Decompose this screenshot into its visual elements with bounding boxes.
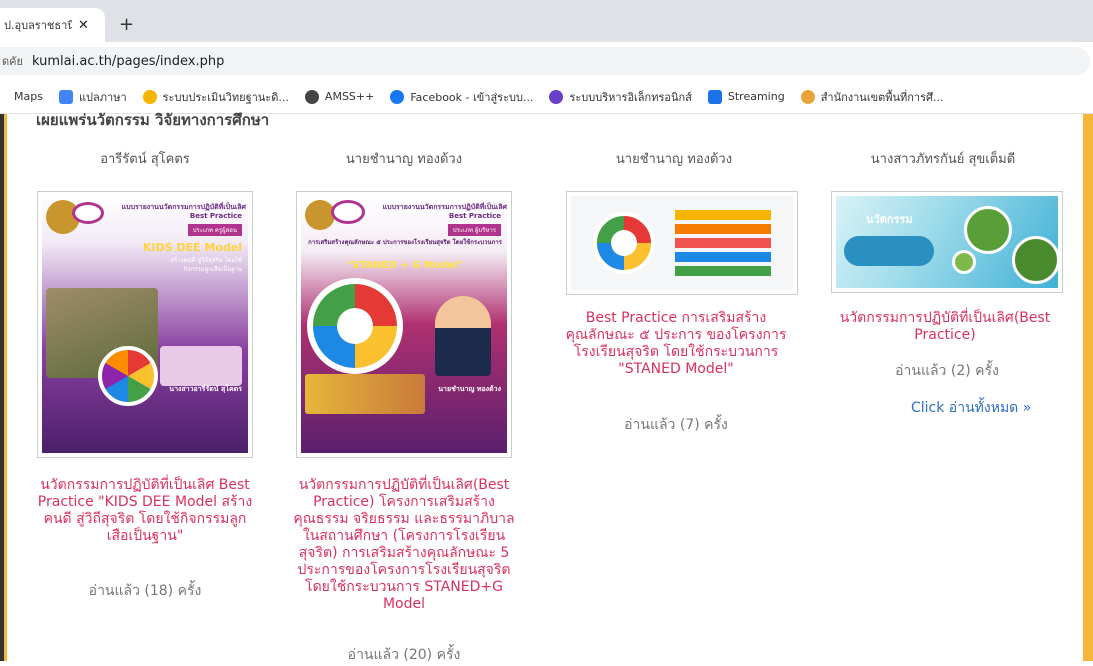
- cover-sub: สร้างคนดี สู่วิถีสุจริต โดยใช้กิจกรรมลูก…: [170, 257, 242, 273]
- cover-label: นวัตกรรม: [866, 213, 913, 226]
- amss-icon: [304, 89, 319, 104]
- school-logo: [305, 200, 335, 230]
- cycle-center: [611, 230, 637, 256]
- students-photo: [305, 374, 425, 414]
- cover-thumbnail[interactable]: [566, 191, 798, 295]
- read-count: อ่านแล้ว (20) ครั้ง: [347, 647, 461, 663]
- tab-strip: ป.อุบลราชธานี ✕ +: [0, 0, 1093, 42]
- cover-type: ประเภท ผู้บริหาร: [447, 224, 501, 236]
- bookmark-facebook[interactable]: Facebook - เข้าสู่ระบบ...: [390, 88, 533, 106]
- area-office-icon: [800, 89, 815, 104]
- cover-name: นางสาวอารีรัตน์ สุโคตร: [169, 385, 242, 393]
- model-diagram: [98, 346, 158, 406]
- bookmark-label: Streaming: [727, 90, 785, 103]
- page-content: เผยแพร่นวัตกรรม วิจัยทางการศึกษา อารีรัต…: [0, 111, 1093, 663]
- scout-logo: [331, 200, 365, 224]
- bookmark-label: ระบบบริหารอิเล็กทรอนิกส์: [569, 90, 692, 104]
- cover-shape: [844, 236, 934, 266]
- bookmark-label: แปลภาษา: [78, 90, 127, 104]
- streaming-icon: [707, 89, 722, 104]
- tab-title: ป.อุบลราชธานี: [4, 19, 72, 32]
- read-count: อ่านแล้ว (18) ครั้ง: [88, 583, 202, 599]
- cover-name: นายชำนาญ ทองด้วง: [438, 385, 501, 393]
- right-accent-border: [1083, 114, 1093, 661]
- cover-sub: การเสริมสร้างคุณลักษณะ ๕ ประการของโรงเรี…: [308, 239, 502, 246]
- author-name: อารีรัตน์ สุโคตร: [100, 152, 190, 167]
- innovation-title-link[interactable]: นวัตกรรมการปฏิบัติที่เป็นเลิศ(Best Pract…: [292, 477, 516, 613]
- scout-logo: [72, 202, 104, 224]
- author-photo: [160, 346, 242, 386]
- new-tab-icon[interactable]: +: [119, 14, 134, 35]
- bookmark-label: Maps: [14, 90, 43, 103]
- facebook-icon: [390, 89, 405, 104]
- author-name: นายชำนาญ ทองด้วง: [615, 152, 733, 167]
- cover-photo: [1012, 236, 1058, 284]
- author-name: นายชำนาญ ทองด้วง: [345, 152, 463, 167]
- diagram-bar: [675, 210, 771, 220]
- url-field[interactable]: ดคัย kumlai.ac.th/pages/index.php: [0, 47, 1090, 75]
- cover-bp: Best Practice: [189, 212, 242, 220]
- bookmark-evaluation[interactable]: ระบบประเมินวิทยฐานะดิ...: [142, 88, 289, 106]
- cover-model: "STANED + G Model": [346, 260, 464, 271]
- cover-model: KIDS DEE Model: [142, 241, 242, 254]
- bookmark-translate[interactable]: แปลภาษา: [58, 88, 127, 106]
- read-all-link[interactable]: Click อ่านทั้งหมด »: [911, 397, 1031, 419]
- bookmark-label: สำนักงานเขตพื้นที่การศึ...: [820, 90, 944, 104]
- cover-bp: Best Practice: [448, 212, 501, 220]
- innovation-title-link[interactable]: Best Practice การเสริมสร้างคุณลักษณะ ๕ ป…: [560, 310, 792, 378]
- diagram-bar: [675, 252, 771, 262]
- cover-type: ประเภท ครูผู้สอน: [187, 224, 242, 236]
- seal-icon: [142, 89, 157, 104]
- section-title: เผยแพร่นวัตกรรม วิจัยทางการศึกษา: [36, 111, 270, 129]
- bookmark-label: ระบบประเมินวิทยฐานะดิ...: [162, 90, 289, 104]
- address-bar: ดคัย kumlai.ac.th/pages/index.php: [0, 42, 1093, 80]
- translate-icon: [58, 89, 73, 104]
- bookmark-maps[interactable]: Maps: [14, 90, 43, 103]
- bookmark-area-office[interactable]: สำนักงานเขตพื้นที่การศึ...: [800, 88, 944, 106]
- site-security-label[interactable]: ดคัย: [0, 52, 32, 70]
- author-name: นางสาวภัทรกันย์ สุขเต็มดี: [870, 152, 1016, 167]
- read-count: อ่านแล้ว (2) ครั้ง: [895, 363, 999, 379]
- bookmark-amss[interactable]: AMSS++: [304, 89, 375, 104]
- cover-photo: [952, 250, 976, 274]
- innovation-title-link[interactable]: นวัตกรรมการปฏิบัติที่เป็นเลิศ(Best Pract…: [829, 310, 1061, 344]
- diagram-bar: [675, 266, 771, 276]
- cover-photo: [964, 206, 1012, 254]
- bookmark-label: Facebook - เข้าสู่ระบบ...: [410, 90, 534, 104]
- cover-thumbnail[interactable]: แบบรายงานนวัตกรรมการปฏิบัติที่เป็นเลิศ B…: [296, 191, 512, 458]
- bookmark-label: AMSS++: [324, 90, 375, 103]
- innovation-title-link[interactable]: นวัตกรรมการปฏิบัติที่เป็นเลิศ Best Pract…: [33, 477, 257, 545]
- read-count: อ่านแล้ว (7) ครั้ง: [624, 417, 728, 433]
- bookmark-streaming[interactable]: Streaming: [707, 89, 785, 104]
- author-photo: [435, 296, 491, 376]
- diagram-bar: [675, 238, 771, 248]
- bookmark-e-office[interactable]: ระบบบริหารอิเล็กทรอนิกส์: [549, 88, 692, 106]
- close-icon[interactable]: ✕: [78, 18, 89, 33]
- diagram-bar: [675, 224, 771, 234]
- cover-thumbnail[interactable]: นวัตกรรม: [831, 191, 1063, 293]
- cycle-center: [337, 308, 373, 344]
- cover-thumbnail[interactable]: แบบรายงานนวัตกรรมการปฏิบัติที่เป็นเลิศ B…: [37, 191, 253, 458]
- left-accent-border: [4, 114, 7, 661]
- url-text[interactable]: kumlai.ac.th/pages/index.php: [32, 54, 224, 69]
- browser-tab[interactable]: ป.อุบลราชธานี ✕: [0, 8, 105, 42]
- e-office-icon: [549, 89, 564, 104]
